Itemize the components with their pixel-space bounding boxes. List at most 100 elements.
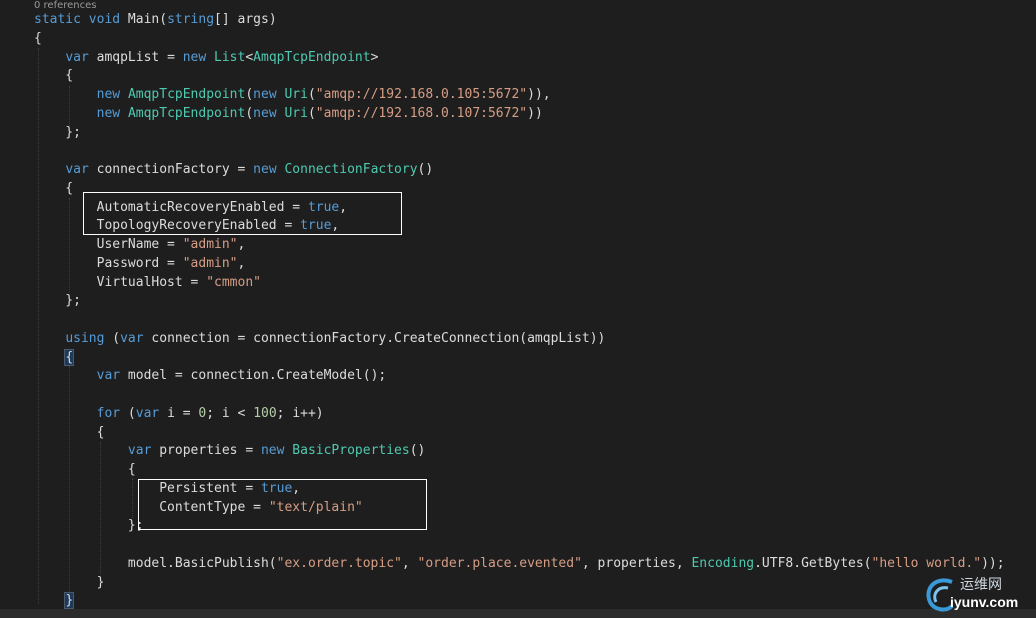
code-token: static — [34, 12, 81, 27]
code-token: var — [120, 330, 144, 346]
code-token: { — [34, 68, 74, 84]
code-token: Uri — [284, 87, 308, 102]
code-token: > — [370, 49, 379, 65]
code-line[interactable]: }; — [34, 124, 81, 142]
code-token: amqpList = — [88, 49, 183, 65]
code-editor[interactable]: 0 references static void Main(string[] a… — [0, 0, 1036, 618]
code-line[interactable]: { — [34, 348, 75, 367]
watermark-url-text: iyunv.com — [950, 594, 1019, 610]
code-line[interactable]: }; — [34, 517, 144, 535]
code-token: connection = connectionFactory.CreateCon… — [143, 330, 606, 346]
code-token: () — [409, 443, 426, 459]
code-token: { — [34, 30, 42, 46]
code-token: }; — [34, 518, 144, 534]
code-line[interactable]: var connectionFactory = new ConnectionFa… — [34, 161, 433, 179]
code-token: properties = — [151, 443, 261, 459]
code-token: using — [65, 330, 105, 346]
code-token: for — [96, 405, 121, 421]
code-token: ; i++) — [276, 405, 324, 421]
code-line[interactable]: using (var connection = connectionFactor… — [34, 330, 605, 348]
code-line[interactable]: model.BasicPublish("ex.order.topic", "or… — [34, 555, 1005, 573]
code-token: "order.place.evented" — [417, 555, 582, 571]
code-token: ( — [120, 405, 136, 421]
code-line[interactable]: Persistent = true, — [34, 480, 300, 498]
code-line[interactable]: ContentType = "text/plain" — [34, 499, 363, 517]
code-token: TopologyRecoveryEnabled = — [34, 218, 301, 234]
code-token: true — [307, 199, 340, 215]
code-token: "amqp://192.168.0.107:5672" — [315, 105, 528, 121]
code-token: BasicProperties — [292, 443, 410, 459]
code-line[interactable]: new AmqpTcpEndpoint(new Uri("amqp://192.… — [34, 86, 551, 104]
code-token: model = connection.CreateModel(); — [120, 368, 387, 384]
code-token: var — [127, 443, 152, 459]
code-token: , — [292, 480, 301, 496]
code-token: new — [260, 443, 285, 459]
code-token: var — [65, 49, 89, 65]
code-line[interactable]: { — [34, 67, 73, 85]
code-token: .UTF8.GetBytes( — [754, 555, 872, 571]
code-line[interactable]: AutomaticRecoveryEnabled = true, — [34, 199, 347, 217]
code-line[interactable]: { — [34, 30, 42, 48]
code-token: AmqpTcpEndpoint — [253, 49, 371, 65]
code-token: ( — [307, 105, 316, 121]
code-token: ( — [307, 87, 316, 102]
code-line[interactable]: UserName = "admin", — [34, 236, 246, 254]
code-token: AutomaticRecoveryEnabled = — [34, 199, 308, 215]
code-token: "text/plain" — [268, 499, 363, 515]
code-token: VirtualHost = — [34, 274, 207, 290]
code-line[interactable]: var properties = new BasicProperties() — [34, 442, 425, 460]
indent-guide — [69, 198, 70, 292]
code-token: ; i < — [206, 405, 254, 421]
code-token: model.BasicPublish( — [34, 555, 277, 571]
code-line[interactable]: for (var i = 0; i < 100; i++) — [34, 405, 324, 423]
code-token: AmqpTcpEndpoint — [127, 87, 246, 102]
code-token: , — [237, 255, 246, 271]
code-token: ( — [245, 105, 254, 121]
matched-brace: { — [64, 348, 75, 366]
code-token: "amqp://192.168.0.105:5672" — [315, 87, 528, 102]
code-token: "admin" — [182, 255, 238, 271]
code-token: Password = — [34, 255, 183, 271]
watermark-cn-text: 运维网 — [960, 577, 1002, 593]
code-token: "cmmon" — [206, 274, 261, 290]
code-line[interactable]: { — [34, 180, 73, 198]
code-token: "hello world." — [871, 555, 982, 571]
code-line[interactable]: new AmqpTcpEndpoint(new Uri("amqp://192.… — [34, 105, 543, 123]
code-token: var — [96, 368, 121, 384]
code-token: AmqpTcpEndpoint — [127, 105, 246, 121]
code-line[interactable]: static void Main(string[] args) — [34, 11, 277, 29]
code-token: "admin" — [182, 237, 238, 252]
code-token: string — [167, 12, 215, 27]
code-token: ( — [245, 87, 254, 102]
code-line[interactable]: } — [34, 592, 75, 610]
code-token: )), — [527, 87, 551, 102]
code-line[interactable]: { — [34, 461, 136, 479]
code-token: , properties, — [581, 555, 692, 571]
code-token: connectionFactory = — [88, 162, 254, 177]
horizontal-scrollbar-track[interactable] — [0, 609, 1036, 618]
code-token: ( — [104, 330, 121, 346]
code-token: Encoding — [691, 555, 755, 571]
code-line[interactable]: var model = connection.CreateModel(); — [34, 367, 387, 385]
code-token: void — [88, 12, 121, 27]
code-token: 100 — [253, 405, 277, 421]
code-token: < — [245, 49, 254, 65]
indent-guide — [38, 48, 39, 604]
code-line[interactable]: TopologyRecoveryEnabled = true, — [34, 217, 340, 235]
code-line[interactable]: }; — [34, 292, 81, 310]
code-line[interactable]: Password = "admin", — [34, 255, 246, 273]
code-token: }; — [34, 124, 81, 140]
code-token: true — [260, 480, 293, 496]
code-line[interactable]: var amqpList = new List<AmqpTcpEndpoint> — [34, 49, 378, 67]
code-token: UserName = — [34, 237, 183, 252]
code-token: ConnectionFactory — [284, 162, 418, 177]
code-token: new — [253, 87, 277, 102]
indent-guide — [69, 86, 70, 126]
watermark-logo: 运维网 iyunv.com — [922, 574, 1032, 616]
indent-guide — [69, 366, 70, 594]
